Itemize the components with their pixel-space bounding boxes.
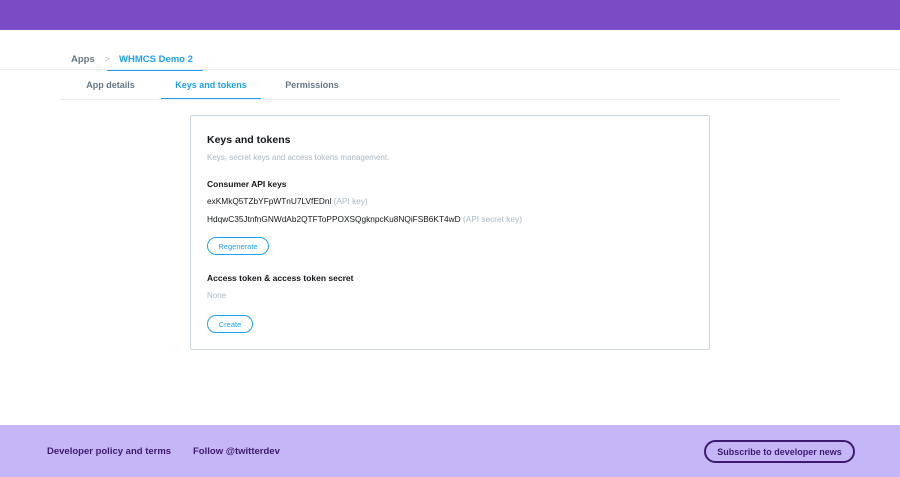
tab-bar: App details Keys and tokens Permissions bbox=[60, 70, 363, 100]
subscribe-button[interactable]: Subscribe to developer news bbox=[704, 440, 855, 463]
card-title: Keys and tokens bbox=[207, 134, 291, 146]
api-secret-value: HdqwC35JtnfnGNWdAb2QTFToPPOXSQgknpcKu8NQ… bbox=[207, 214, 461, 224]
breadcrumb-current-label: WHMCS Demo 2 bbox=[119, 53, 193, 65]
consumer-keys-heading: Consumer API keys bbox=[207, 179, 287, 189]
api-secret-hint: (API secret key) bbox=[462, 214, 522, 224]
follow-twitterdev-link[interactable]: Follow @twitterdev bbox=[193, 446, 280, 457]
tab-permissions[interactable]: Permissions bbox=[261, 70, 363, 99]
chevron-right-icon: > bbox=[104, 54, 111, 64]
regenerate-button[interactable]: Regenerate bbox=[207, 237, 269, 255]
developer-policy-link[interactable]: Developer policy and terms bbox=[47, 446, 171, 457]
footer: Developer policy and terms Follow @twitt… bbox=[0, 425, 900, 477]
api-key-hint: (API key) bbox=[333, 196, 368, 206]
breadcrumb-apps-link[interactable]: Apps bbox=[71, 54, 95, 65]
tab-divider bbox=[60, 99, 840, 100]
api-secret-row: HdqwC35JtnfnGNWdAb2QTFToPPOXSQgknpcKu8NQ… bbox=[207, 214, 522, 224]
api-key-row: exKMkQ5TZbYFpWTnU7LVfEDnl (API key) bbox=[207, 196, 368, 206]
keys-and-tokens-card: Keys and tokens Keys, secret keys and ac… bbox=[190, 115, 710, 350]
create-button[interactable]: Create bbox=[207, 315, 253, 333]
top-header-bar bbox=[0, 0, 900, 30]
tab-keys-and-tokens[interactable]: Keys and tokens bbox=[161, 70, 261, 100]
tab-app-details[interactable]: App details bbox=[60, 70, 161, 99]
api-key-value: exKMkQ5TZbYFpWTnU7LVfEDnl bbox=[207, 196, 332, 206]
access-token-heading: Access token & access token secret bbox=[207, 273, 354, 283]
card-subtitle: Keys, secret keys and access tokens mana… bbox=[207, 153, 390, 162]
access-token-value: None bbox=[207, 291, 227, 300]
breadcrumb-current[interactable]: WHMCS Demo 2 bbox=[107, 48, 203, 71]
breadcrumb: Apps > WHMCS Demo 2 bbox=[71, 48, 203, 71]
